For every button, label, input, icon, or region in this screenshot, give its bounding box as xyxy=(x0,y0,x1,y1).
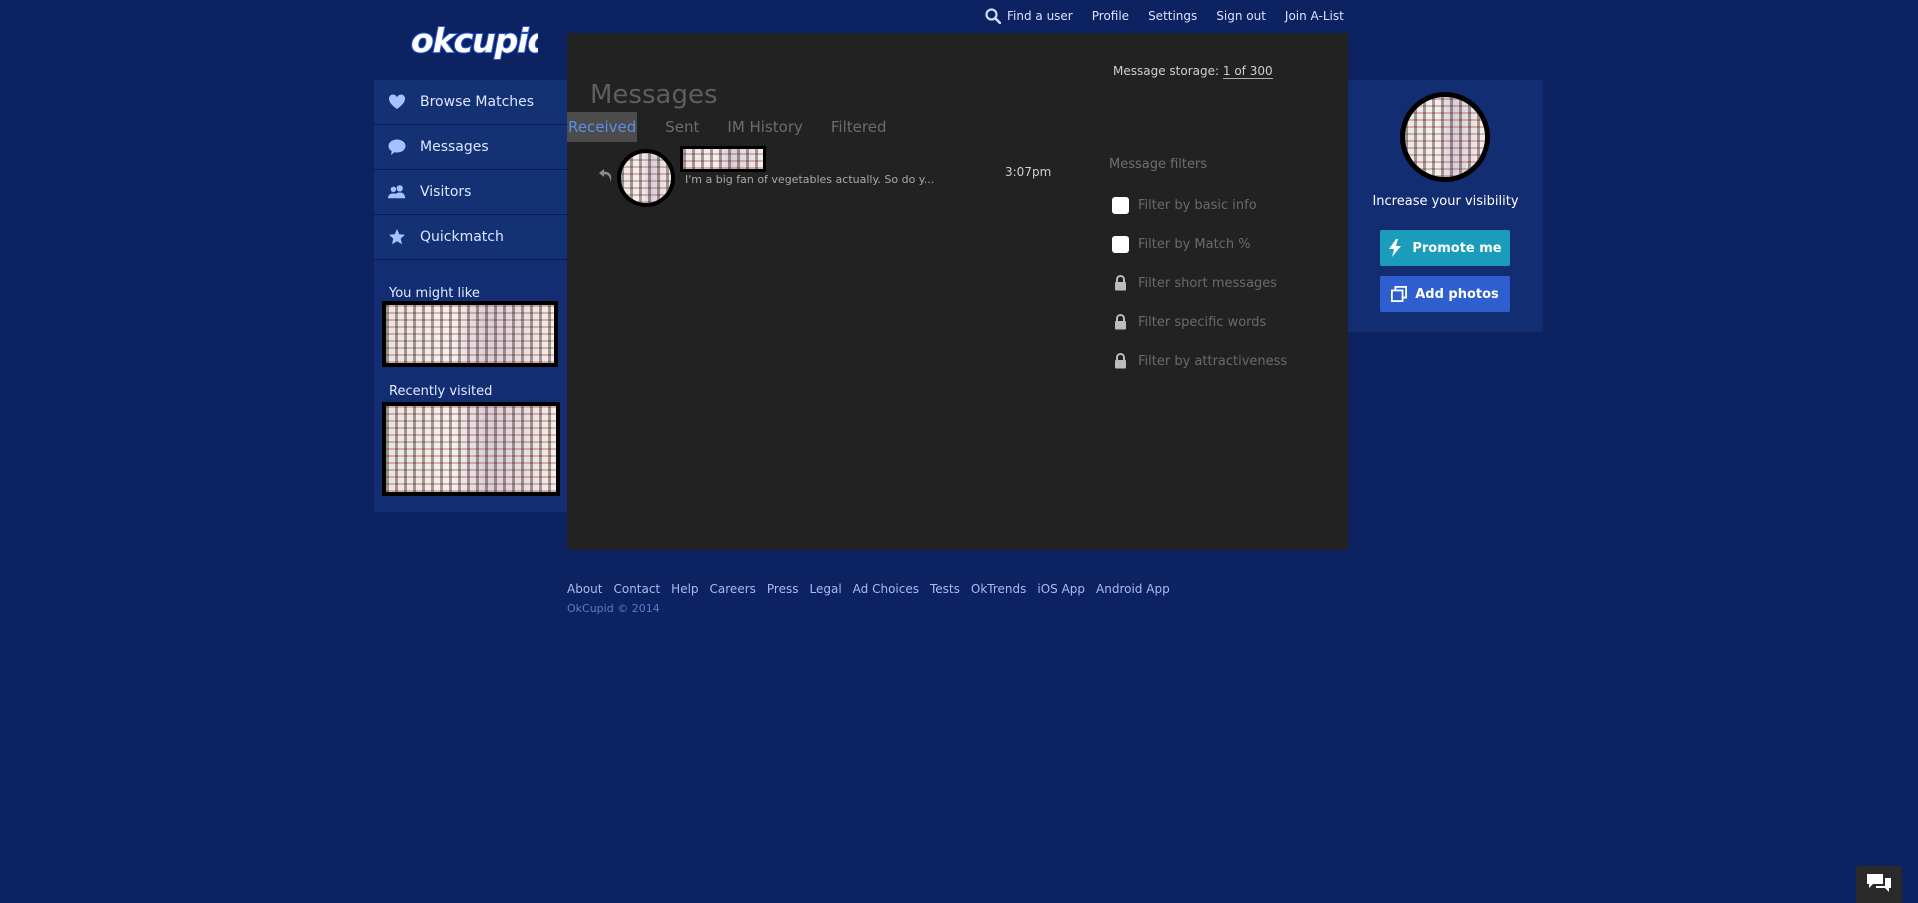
page-title: Messages xyxy=(590,80,718,110)
filter-short-messages: Filter short messages xyxy=(1109,264,1339,303)
sidebar-item-label: Messages xyxy=(420,139,489,155)
tab-received[interactable]: Received xyxy=(567,112,638,142)
okcupid-logo[interactable]: okcupid xyxy=(408,18,554,64)
message-snippet: I'm a big fan of vegetables actually. So… xyxy=(685,173,935,186)
add-photos-label: Add photos xyxy=(1415,286,1499,302)
footer-link-ad-choices[interactable]: Ad Choices xyxy=(853,582,919,596)
right-panel: Increase your visibility Promote me Add … xyxy=(1348,80,1543,332)
footer-link-about[interactable]: About xyxy=(567,582,602,596)
lock-icon xyxy=(1112,353,1129,370)
photos-icon xyxy=(1391,285,1408,303)
sidebar-item-browse-matches[interactable]: Browse Matches xyxy=(374,80,567,125)
message-row[interactable]: I'm a big fan of vegetables actually. So… xyxy=(567,146,1067,207)
tab-im-history[interactable]: IM History xyxy=(727,112,803,142)
storage-value[interactable]: 1 of 300 xyxy=(1222,64,1273,79)
filter-checkbox[interactable] xyxy=(1112,236,1129,253)
add-photos-button[interactable]: Add photos xyxy=(1380,276,1510,312)
filter-match-percent[interactable]: Filter by Match % xyxy=(1109,225,1339,264)
you-might-like-thumbnail[interactable] xyxy=(382,301,558,367)
people-icon xyxy=(388,183,406,201)
message-storage: Message storage: 1 of 300 xyxy=(1113,64,1273,79)
find-user-link[interactable]: Find a user xyxy=(985,8,1073,25)
top-nav: Find a user Profile Settings Sign out Jo… xyxy=(985,7,1344,25)
profile-link[interactable]: Profile xyxy=(1092,9,1129,23)
chat-icon xyxy=(1865,872,1893,898)
heart-icon xyxy=(388,93,406,111)
footer-links: About Contact Help Careers Press Legal A… xyxy=(567,582,1181,596)
reply-icon xyxy=(598,167,614,183)
visibility-label: Increase your visibility xyxy=(1372,194,1519,209)
footer-link-contact[interactable]: Contact xyxy=(613,582,660,596)
footer-link-android-app[interactable]: Android App xyxy=(1096,582,1170,596)
footer-link-legal[interactable]: Legal xyxy=(809,582,841,596)
sidebar-item-messages[interactable]: Messages xyxy=(374,125,567,170)
sidebar-item-quickmatch[interactable]: Quickmatch xyxy=(374,215,567,260)
message-filters: Message filters Filter by basic info Fil… xyxy=(1109,157,1339,381)
sidebar-item-visitors[interactable]: Visitors xyxy=(374,170,567,215)
filter-specific-words: Filter specific words xyxy=(1109,303,1339,342)
join-alist-link[interactable]: Join A-List xyxy=(1285,9,1344,23)
sidebar-item-label: Visitors xyxy=(420,184,472,200)
footer-link-oktrends[interactable]: OkTrends xyxy=(971,582,1027,596)
footer-link-tests[interactable]: Tests xyxy=(930,582,960,596)
speech-bubble-icon xyxy=(388,138,406,156)
sign-out-link[interactable]: Sign out xyxy=(1216,9,1266,23)
chat-button[interactable] xyxy=(1856,866,1902,903)
sidebar-item-label: Browse Matches xyxy=(420,94,535,110)
user-avatar[interactable] xyxy=(1400,92,1490,182)
footer-link-help[interactable]: Help xyxy=(671,582,698,596)
settings-link[interactable]: Settings xyxy=(1148,9,1197,23)
filter-basic-info[interactable]: Filter by basic info xyxy=(1109,186,1339,225)
filters-title: Message filters xyxy=(1109,157,1208,172)
logo-text: okcupid xyxy=(411,21,538,60)
tab-sent[interactable]: Sent xyxy=(665,112,699,142)
sidebar-item-label: Quickmatch xyxy=(420,229,504,245)
footer-link-press[interactable]: Press xyxy=(767,582,799,596)
promote-me-button[interactable]: Promote me xyxy=(1380,230,1510,266)
filter-attractiveness: Filter by attractiveness xyxy=(1109,342,1339,381)
you-might-like-label: You might like xyxy=(389,286,480,301)
lock-icon xyxy=(1112,314,1129,331)
lightning-icon xyxy=(1388,239,1404,257)
recently-visited-thumbnail[interactable] xyxy=(382,402,560,496)
footer: About Contact Help Careers Press Legal A… xyxy=(567,582,1181,615)
copyright: OkCupid © 2014 xyxy=(567,602,660,615)
message-tabs: Received Sent IM History Filtered xyxy=(567,112,914,142)
footer-link-careers[interactable]: Careers xyxy=(710,582,756,596)
filter-label: Filter specific words xyxy=(1138,315,1267,330)
sender-avatar[interactable] xyxy=(617,149,675,207)
tab-filtered[interactable]: Filtered xyxy=(831,112,887,142)
recently-visited-label: Recently visited xyxy=(389,384,493,399)
find-user-label: Find a user xyxy=(1007,9,1073,23)
filter-label: Filter by basic info xyxy=(1138,198,1257,213)
storage-label: Message storage: xyxy=(1113,64,1220,78)
footer-link-ios-app[interactable]: iOS App xyxy=(1037,582,1085,596)
filter-checkbox[interactable] xyxy=(1112,197,1129,214)
messages-panel: Message storage: 1 of 300 Messages Recei… xyxy=(567,33,1348,550)
filter-label: Filter short messages xyxy=(1138,276,1278,291)
message-time: 3:07pm xyxy=(1005,165,1052,179)
star-icon xyxy=(388,228,406,246)
left-sidebar: Browse Matches Messages Visitors Quickma… xyxy=(374,80,567,512)
lock-icon xyxy=(1112,275,1129,292)
sender-name[interactable] xyxy=(680,146,766,172)
filter-label: Filter by attractiveness xyxy=(1138,354,1288,369)
promote-me-label: Promote me xyxy=(1412,240,1502,256)
filter-label: Filter by Match % xyxy=(1138,237,1251,252)
search-icon xyxy=(985,8,1002,25)
